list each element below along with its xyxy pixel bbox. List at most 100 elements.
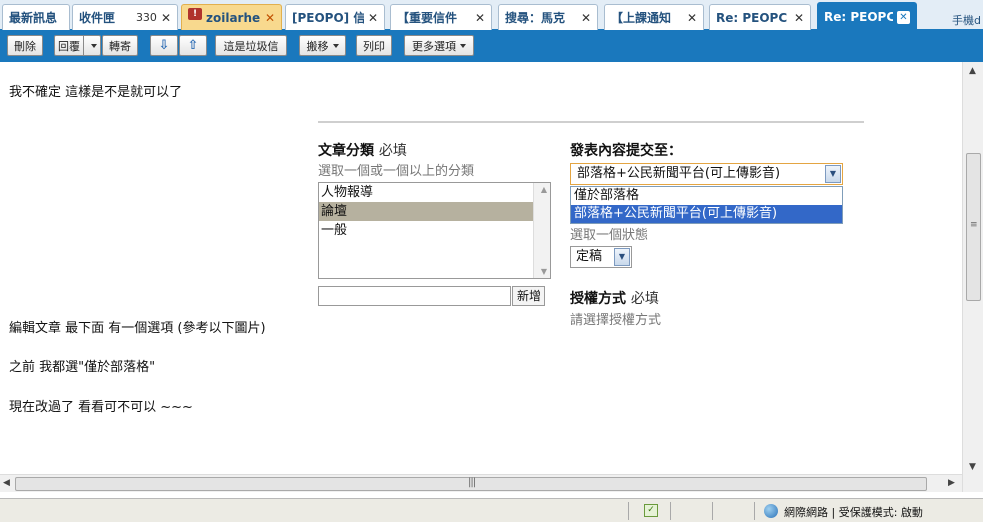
tabbar-edge-text[interactable]: 手機d bbox=[952, 12, 981, 28]
message-line: 現在改過了 看看可不可以 ~~~ bbox=[9, 400, 193, 415]
tab-re-peopo-active[interactable]: Re: PEOPC ✕ bbox=[817, 2, 917, 31]
select-value: 部落格+公民新聞平台(可上傳影音) bbox=[577, 166, 781, 181]
submit-to-label: 發表內容提交至： bbox=[570, 143, 682, 159]
close-icon[interactable]: ✕ bbox=[368, 11, 378, 25]
scroll-up-icon[interactable]: ▲ bbox=[541, 185, 547, 194]
spam-button[interactable]: 這是垃圾信 bbox=[215, 35, 287, 56]
previous-message-button[interactable]: ⇧ bbox=[179, 35, 207, 56]
scroll-down-icon[interactable]: ▼ bbox=[541, 267, 547, 276]
reply-button[interactable]: 回覆 bbox=[54, 35, 101, 56]
chevron-down-icon bbox=[460, 43, 466, 48]
required-tag: 必填 bbox=[378, 143, 407, 159]
divider bbox=[670, 502, 671, 520]
next-message-button[interactable]: ⇩ bbox=[150, 35, 178, 56]
close-icon[interactable]: ✕ bbox=[161, 11, 171, 25]
tab-label: 最新訊息 bbox=[9, 11, 58, 25]
license-hint: 請選擇授權方式 bbox=[570, 313, 662, 328]
dropdown-option[interactable]: 僅於部落格 bbox=[571, 187, 842, 205]
vertical-scrollbar[interactable]: ▲ ≡ ▼ bbox=[962, 62, 983, 492]
tab-label: [PEOPO] 信 bbox=[292, 11, 364, 25]
scrollbar-thumb[interactable]: ||| bbox=[15, 477, 927, 491]
arrow-up-icon: ⇧ bbox=[187, 38, 199, 53]
divider bbox=[712, 502, 713, 520]
forward-button[interactable]: 轉寄 bbox=[102, 35, 138, 56]
submit-to-select[interactable]: 部落格+公民新聞平台(可上傳影音) ▼ bbox=[570, 163, 843, 185]
close-icon[interactable]: ✕ bbox=[794, 11, 804, 25]
close-icon[interactable]: ✕ bbox=[897, 10, 910, 24]
list-item[interactable]: 一般 bbox=[319, 221, 533, 240]
close-icon[interactable]: ✕ bbox=[687, 11, 697, 25]
print-button[interactable]: 列印 bbox=[356, 35, 392, 56]
tab-peopo-letter[interactable]: [PEOPO] 信 ✕ bbox=[285, 4, 385, 30]
scroll-up-icon[interactable]: ▲ bbox=[969, 66, 976, 76]
license-label: 授權方式 bbox=[570, 291, 626, 307]
required-tag: 必填 bbox=[630, 291, 659, 307]
spam-label: 這是垃圾信 bbox=[223, 39, 279, 53]
list-item[interactable]: 人物報導 bbox=[319, 183, 533, 202]
inbox-count: 330 bbox=[135, 11, 157, 24]
horizontal-scrollbar[interactable]: ◀ ||| ▶ bbox=[0, 474, 962, 492]
grip-icon: ≡ bbox=[970, 220, 978, 230]
print-label: 列印 bbox=[363, 39, 385, 53]
select-value: 定稿 bbox=[576, 249, 603, 264]
move-button[interactable]: 搬移 bbox=[299, 35, 346, 56]
tab-label: Re: PEOPC bbox=[824, 10, 893, 24]
dropdown-option-highlighted[interactable]: 部落格+公民新聞平台(可上傳影音) bbox=[571, 205, 842, 223]
tab-bar: 最新訊息 收件匣 330 ✕ ! zoilarhe ✕ [PEOPO] 信 ✕ … bbox=[0, 0, 983, 31]
tab-label: 搜尋：馬克 bbox=[505, 11, 566, 25]
message-line: 編輯文章 最下面 有一個選項 (參考以下圖片) bbox=[9, 321, 266, 336]
tab-label: 收件匣 bbox=[79, 11, 116, 25]
status-hint: 選取一個狀態 bbox=[570, 228, 649, 243]
list-item-selected[interactable]: 論壇 bbox=[319, 202, 533, 221]
close-icon[interactable]: ✕ bbox=[475, 11, 485, 25]
globe-icon bbox=[764, 504, 778, 518]
page-done-icon[interactable]: ✓ bbox=[644, 504, 658, 517]
delete-label: 刪除 bbox=[14, 39, 36, 53]
forward-label: 轉寄 bbox=[109, 39, 131, 53]
scroll-right-icon[interactable]: ▶ bbox=[948, 478, 955, 488]
status-select[interactable]: 定稿 ▼ bbox=[570, 246, 632, 268]
warning-icon: ! bbox=[188, 7, 202, 20]
divider bbox=[628, 502, 629, 520]
category-listbox[interactable]: 人物報導 論壇 一般 ▲ ▼ bbox=[318, 182, 551, 279]
tab-re-peopo[interactable]: Re: PEOPC ✕ bbox=[709, 4, 811, 30]
tab-label: zoilarhe bbox=[206, 10, 261, 25]
new-category-input[interactable] bbox=[318, 286, 511, 306]
listbox-scrollbar[interactable]: ▲ ▼ bbox=[533, 183, 550, 278]
tab-inbox[interactable]: 收件匣 330 ✕ bbox=[72, 4, 178, 30]
status-bar: ✓ 網際網路 | 受保護模式: 啟動 bbox=[0, 498, 983, 522]
submit-to-dropdown: 僅於部落格 部落格+公民新聞平台(可上傳影音) bbox=[570, 186, 843, 224]
divider bbox=[83, 36, 84, 55]
tab-zoilarhe[interactable]: ! zoilarhe ✕ bbox=[181, 4, 282, 30]
arrow-down-icon: ⇩ bbox=[158, 38, 170, 53]
tab-label: Re: PEOPC bbox=[716, 10, 788, 25]
tab-search-mark[interactable]: 搜尋：馬克 ✕ bbox=[498, 4, 598, 30]
chevron-down-icon[interactable]: ▼ bbox=[614, 248, 630, 266]
close-icon[interactable]: ✕ bbox=[581, 11, 591, 25]
category-heading: 文章分類 必填 bbox=[318, 140, 407, 160]
reply-label: 回覆 bbox=[58, 39, 80, 53]
chevron-down-icon[interactable] bbox=[91, 43, 97, 48]
category-label: 文章分類 bbox=[318, 143, 374, 159]
tab-latest-news[interactable]: 最新訊息 bbox=[2, 4, 70, 30]
message-line: 我不確定 這樣是不是就可以了 bbox=[9, 85, 183, 100]
scroll-down-icon[interactable]: ▼ bbox=[969, 462, 976, 472]
tab-important-mail[interactable]: 【重要信件 ✕ bbox=[390, 4, 492, 30]
tab-label: 【重要信件 bbox=[397, 11, 458, 25]
delete-button[interactable]: 刪除 bbox=[7, 35, 43, 56]
security-zone[interactable]: 網際網路 | 受保護模式: 啟動 bbox=[784, 504, 923, 520]
category-hint: 選取一個或一個以上的分類 bbox=[318, 164, 475, 179]
add-category-button[interactable]: 新增 bbox=[512, 286, 545, 306]
move-label: 搬移 bbox=[306, 39, 329, 53]
scroll-left-icon[interactable]: ◀ bbox=[3, 478, 10, 488]
message-line: 之前 我都選"僅於部落格" bbox=[9, 360, 156, 375]
tab-label: 【上課通知 bbox=[611, 11, 672, 25]
close-icon[interactable]: ✕ bbox=[265, 11, 275, 25]
more-options-button[interactable]: 更多選項 bbox=[404, 35, 474, 56]
tab-class-notice[interactable]: 【上課通知 ✕ bbox=[604, 4, 704, 30]
chevron-down-icon[interactable]: ▼ bbox=[825, 165, 841, 183]
scrollbar-thumb[interactable]: ≡ bbox=[966, 153, 981, 301]
divider bbox=[318, 121, 864, 123]
message-body: 我不確定 這樣是不是就可以了 文章分類 必填 選取一個或一個以上的分類 人物報導… bbox=[0, 62, 962, 474]
divider bbox=[754, 502, 755, 520]
